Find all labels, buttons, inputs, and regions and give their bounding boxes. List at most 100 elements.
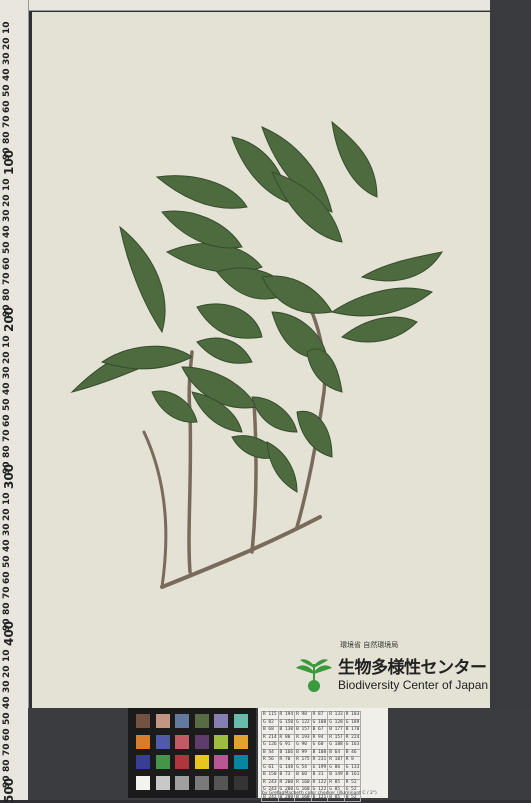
table-cell: G 150 [277,718,296,727]
ministry-label: 環境省 自然環境局 [340,641,399,649]
ruler-label: 70 [2,272,12,286]
color-patch [214,755,228,769]
table-cell: G 126 [261,741,279,750]
ruler-label: 60 [2,99,12,113]
color-patch [136,714,150,728]
color-patch [214,734,228,749]
table-cell: B 166 [277,748,296,757]
color-values-table: R 115 R 194 R 98 R 87 R 133 R 103 G 82 G 150 G 1… [261,711,362,802]
table-cell: R 122 [310,778,329,787]
table-cell: R 115 [261,711,279,720]
color-patch [194,714,209,728]
color-patch [175,755,189,769]
ruler-label: 50 [2,712,12,725]
table-cell: R 8 [343,756,362,765]
color-patch [194,775,209,790]
table-row: B 68 B 130 B 157 B 67 B 177 B 170 [261,726,362,735]
color-values-card: R 115 R 194 R 98 R 87 R 133 R 103 G 82 G 150 G 1… [258,708,388,802]
table-cell: B 73 [277,771,296,780]
table-row: G 61 G 148 G 54 G 199 G 86 G 133 [261,763,362,772]
table-row: G 82 G 150 G 122 G 108 G 128 G 189 [261,718,362,727]
table-cell: R 70 [277,756,296,765]
color-patch [155,714,170,728]
table-cell: B 67 [310,726,329,735]
table-cell: R 52 [343,778,362,787]
table-cell: B 46 [343,748,362,757]
table-cell: B 161 [343,771,362,780]
table-row: G 126 G 91 G 90 G 60 G 188 G 163 [261,741,362,750]
table-cell: B 99 [294,748,312,757]
color-patch [214,775,228,790]
ruler-label: 80 [2,445,12,458]
table-cell: R 87 [310,711,329,720]
table-cell: G 90 [294,741,312,750]
ruler-label: 20 [2,37,12,50]
color-patch [194,734,209,749]
ruler-label: 80 [2,602,12,615]
ruler-label: 60 [2,413,12,427]
table-cell: G 188 [327,741,345,750]
color-patch [175,775,189,790]
ruler-label: 50 [2,398,12,411]
ruler-label: 30 [2,680,12,694]
ruler-label: 30 [2,209,12,223]
table-cell: R 160 [294,778,312,787]
ruler-label: 50 [2,241,12,254]
color-patch [175,714,189,728]
color-patch [155,755,170,769]
ruler-label: 500 [2,778,16,803]
table-row: B 150 B 73 B 60 B 31 B 149 B 161 [261,771,362,780]
table-cell: R 94 [310,733,329,742]
table-cell: B 150 [261,771,279,780]
ruler-label: 40 [2,225,12,239]
ruler-label: 50 [2,84,12,97]
table-cell: G 133 [343,763,362,772]
color-patch [214,714,228,728]
ruler-label: 80 [2,131,12,144]
table-cell: G 148 [277,763,296,772]
color-checker-caption: by GretagMacbeth color checker (Illumina… [262,791,377,796]
color-patch [136,755,150,769]
table-cell: R 157 [327,733,345,742]
table-row: R 115 R 194 R 98 R 87 R 133 R 103 [261,711,362,720]
table-cell: G 91 [277,741,296,750]
ruler-label: 30 [2,523,12,537]
table-cell: G 61 [261,763,279,772]
ruler-label: 70 [2,743,12,757]
ruler-label: 60 [2,256,12,270]
table-cell: G 54 [294,763,312,772]
color-patch [155,775,170,790]
ruler-label: 200 [2,307,16,333]
ruler-label: 20 [2,665,12,678]
ruler-label: 30 [2,52,12,66]
color-patch [194,755,209,769]
top-ruler [0,0,531,11]
table-cell: B 31 [310,771,329,780]
color-patch [155,734,170,749]
table-cell: R 85 [327,778,345,787]
ruler-label: 60 [2,727,12,741]
color-patch [175,734,189,749]
ruler-label: 20 [2,351,12,364]
center-name-japanese: 生物多様性センター [338,658,487,678]
color-patch [136,734,150,749]
table-cell: B 64 [327,748,345,757]
ruler-label: 400 [2,621,16,647]
ruler-label: 10 [2,178,12,191]
table-cell: G 128 [327,718,345,727]
color-patch [136,775,150,790]
table-row: R 214 R 80 R 193 R 94 R 157 R 224 [261,733,362,742]
table-cell: R 214 [261,733,279,742]
table-row: R 56 R 70 R 175 R 231 R 187 R 8 [261,756,362,765]
ruler-label: 100 [2,150,16,176]
table-cell: R 187 [327,756,345,765]
ruler-label: 10 [2,649,12,662]
color-patch [233,714,248,728]
table-cell: B 170 [343,726,362,735]
table-cell: R 243 [261,778,279,787]
plant-specimen [70,120,444,589]
table-cell: R 56 [261,756,279,765]
ruler-label: 70 [2,429,12,443]
ruler-label: 20 [2,194,12,207]
table-cell: B 149 [327,771,345,780]
